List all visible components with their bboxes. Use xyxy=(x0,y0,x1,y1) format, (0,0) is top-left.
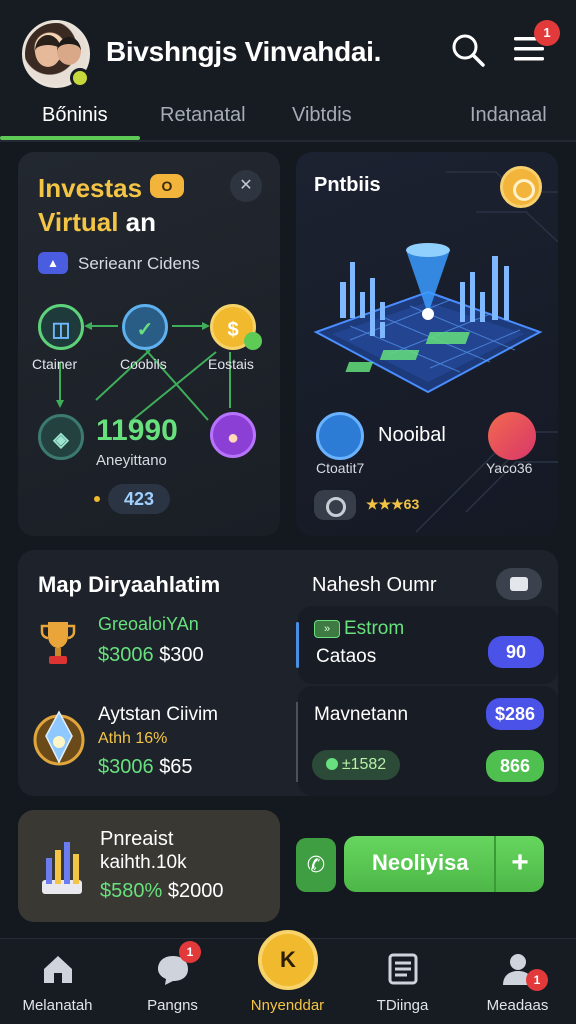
trophy-icon xyxy=(40,622,76,664)
check-node-icon[interactable]: ✓ xyxy=(122,304,168,350)
tab-3[interactable]: Vibtdis xyxy=(292,104,352,127)
nav-item-list[interactable]: TDiinga xyxy=(345,939,460,1024)
node-status-dot xyxy=(244,332,262,350)
stream-label: Estrom xyxy=(344,618,405,639)
dna-icon[interactable] xyxy=(316,412,364,460)
bar-chart-icon xyxy=(42,842,82,894)
chip-icon: ▲ xyxy=(38,252,68,274)
nav-item-chat[interactable]: 1 Pangns xyxy=(115,939,230,1024)
divider xyxy=(296,622,299,668)
chip-label: Serieanr Cidens xyxy=(78,254,200,273)
shield-node-icon[interactable]: ◈ xyxy=(38,414,84,460)
analytics-card-title: Pntbiis xyxy=(314,174,381,196)
container-node-icon[interactable]: ◫ xyxy=(38,304,84,350)
item2-value: $3006 $65 xyxy=(98,756,193,778)
map-card-title: Map Diryaahlatim xyxy=(38,572,221,597)
tab-2[interactable]: Retanatal xyxy=(160,104,246,127)
plus-icon[interactable]: + xyxy=(494,836,544,892)
online-status-dot xyxy=(70,68,90,88)
active-tab-indicator xyxy=(0,136,140,140)
primary-action-button[interactable]: Neoliyisa + xyxy=(344,836,544,892)
phone-button[interactable]: ✆ xyxy=(296,838,336,892)
home-icon xyxy=(44,956,72,983)
stream-icon: » xyxy=(314,620,340,638)
node-label-2: Coobils xyxy=(120,356,167,372)
wallet-pill: ±1582 xyxy=(312,750,400,780)
wallet-label: Mavnetann xyxy=(314,704,409,725)
node-label-1: Ctainer xyxy=(32,356,78,372)
map-card-right-title: Nahesh Oumr xyxy=(312,574,437,596)
stream-badge[interactable]: 90 xyxy=(488,636,544,668)
coin-badge: O xyxy=(150,174,184,198)
primary-action-label: Neoliyisa xyxy=(372,850,469,875)
person-node-icon[interactable]: ● xyxy=(210,412,256,458)
nav-label: Pangns xyxy=(147,997,198,1014)
nav-label: Meadaas xyxy=(486,997,549,1014)
item1-value: $3006 $300 xyxy=(98,644,204,666)
nav-item-home[interactable]: Melanatah xyxy=(0,939,115,1024)
node-label-3: Eostais xyxy=(208,356,254,372)
item2-label: Aytstan Ciivim xyxy=(98,704,219,725)
tab-1[interactable]: Bőninis xyxy=(42,104,108,127)
investment-card-title: Investas xyxy=(38,173,143,203)
rating-stars: ★★★63 xyxy=(366,496,420,512)
nav-label: TDiinga xyxy=(376,997,429,1014)
item2-sub-label: Athh 16% xyxy=(98,730,168,747)
nav-label: Nnyenddar xyxy=(250,997,325,1014)
tab-4[interactable]: Indanaal xyxy=(470,104,547,127)
nav-badge: 1 xyxy=(526,969,548,991)
camera-icon[interactable] xyxy=(314,490,356,520)
investment-card-subtitle: Virtual an xyxy=(38,207,157,237)
investment-sub-label: Aneyittano xyxy=(96,452,167,469)
wallet-badge[interactable]: $286 xyxy=(486,698,544,730)
hologram-chart-icon xyxy=(313,243,543,394)
item1-label: GreoaloiYAn xyxy=(98,614,199,634)
center-x-icon[interactable]: K xyxy=(258,930,318,990)
house-icon[interactable] xyxy=(488,412,536,460)
nav-label: Melanatah xyxy=(22,997,93,1014)
pin-icon[interactable]: ✕ xyxy=(230,170,262,202)
count-pill: 423 xyxy=(108,484,170,514)
project-value: $580% $2000 xyxy=(100,880,224,902)
nav-badge: 1 xyxy=(179,941,201,963)
stream-sub-label: Cataos xyxy=(316,646,377,667)
nav-item-profile[interactable]: 1 Meadaas xyxy=(460,939,575,1024)
app-title: Bivshngjs Vinvahdai. xyxy=(106,36,382,67)
analytics-middle-label: Nooibal xyxy=(378,424,446,446)
crystal-icon xyxy=(33,710,85,766)
project-title: Pnreaist xyxy=(100,828,174,850)
notification-badge: 1 xyxy=(534,20,560,46)
analytics-right-label: Yaco36 xyxy=(486,460,533,476)
ticket-icon[interactable] xyxy=(496,568,542,600)
coin-icon[interactable] xyxy=(500,166,542,208)
list-icon xyxy=(388,953,418,985)
wallet-badge-green[interactable]: 866 xyxy=(486,750,544,782)
phone-icon: ✆ xyxy=(306,852,326,877)
analytics-left-label: Ctoatit7 xyxy=(316,460,365,476)
project-sub-label: kaihth.10k xyxy=(100,852,187,873)
investment-total: 11990 xyxy=(96,414,178,447)
search-icon[interactable] xyxy=(450,32,486,68)
bullet-dot xyxy=(94,496,100,502)
divider xyxy=(296,702,298,782)
